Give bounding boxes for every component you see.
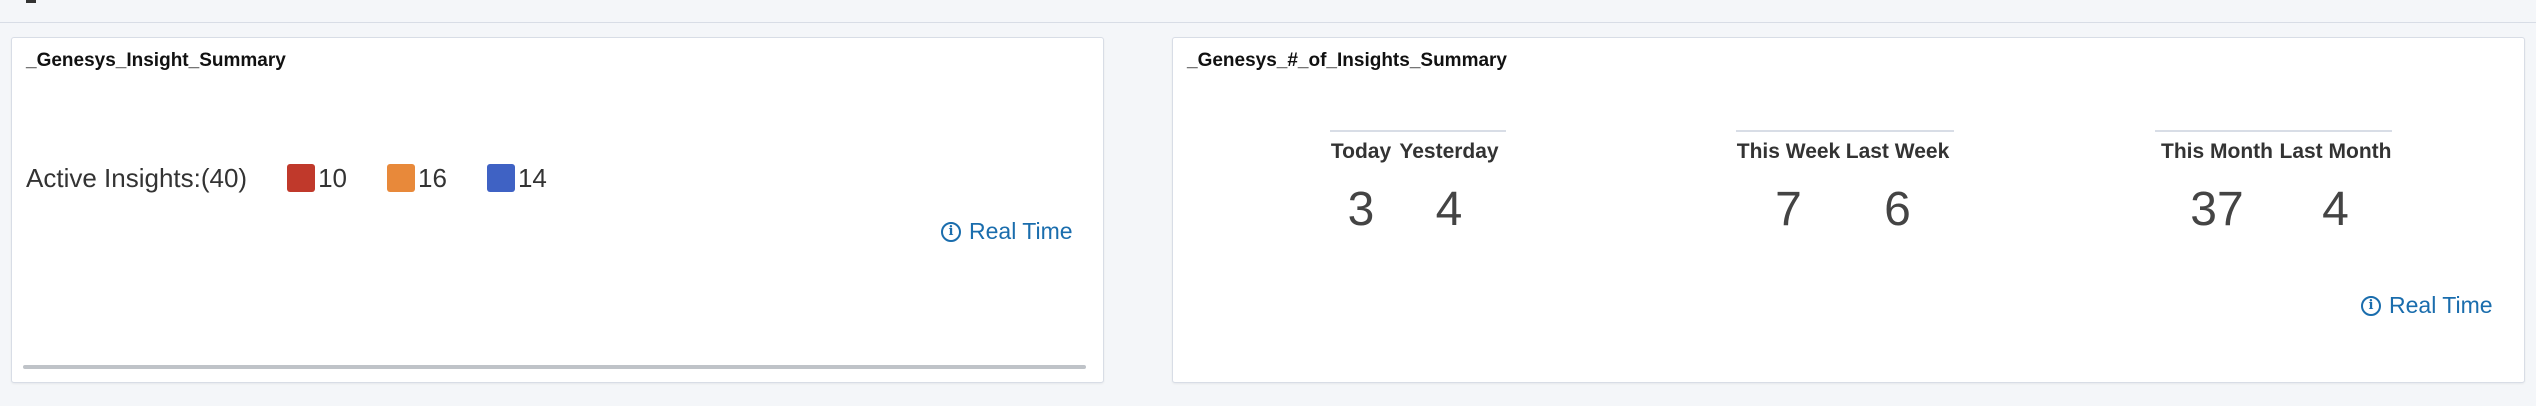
last-week-column: Last Week 6	[1841, 132, 1954, 237]
card-title: _Genesys_Insight_Summary	[26, 50, 286, 71]
real-time-label: Real Time	[2389, 292, 2493, 318]
legend-item-orange[interactable]: 16	[387, 163, 447, 194]
column-value: 4	[2322, 183, 2349, 236]
real-time-label: Real Time	[969, 218, 1073, 244]
column-value: 4	[1435, 183, 1463, 236]
column-value: 37	[2190, 183, 2244, 236]
today-column: Today 3	[1330, 132, 1392, 237]
column-value: 3	[1347, 183, 1375, 236]
legend-count: 14	[517, 162, 547, 193]
week-comparison-group: This Week 7 Last Week 6	[1736, 130, 1954, 237]
column-header: Yesterday	[1399, 140, 1499, 163]
column-header: This Week	[1736, 140, 1841, 163]
top-bar	[0, 0, 2536, 23]
column-header: Last Month	[2279, 140, 2392, 163]
insights-count-summary-card: _Genesys_#_of_Insights_Summary Today 3 Y…	[1172, 37, 2525, 383]
info-icon: i	[941, 221, 961, 242]
legend-item-blue[interactable]: 14	[486, 162, 547, 194]
column-value: 6	[1884, 183, 1911, 236]
real-time-link[interactable]: i Real Time	[2361, 292, 2493, 319]
info-icon: i	[2361, 295, 2381, 316]
column-header: This Month	[2161, 140, 2273, 163]
active-insights-label: Active Insights:(40)	[26, 162, 248, 193]
card-title: _Genesys_#_of_Insights_Summary	[1187, 50, 1507, 71]
column-header: Today	[1330, 140, 1392, 163]
orange-swatch-icon	[387, 164, 416, 192]
insight-summary-card: _Genesys_Insight_Summary Active Insights…	[11, 37, 1104, 383]
legend-item-red[interactable]: 10	[287, 163, 347, 194]
blue-swatch-icon	[486, 164, 515, 192]
month-comparison-group: This Month 37 Last Month 4	[2155, 130, 2392, 237]
day-comparison-group: Today 3 Yesterday 4	[1330, 130, 1506, 237]
column-header: Last Week	[1845, 140, 1950, 163]
active-insights-row: Active Insights:(40) 10 16 14	[26, 162, 587, 194]
legend-count: 16	[418, 162, 447, 193]
real-time-link[interactable]: i Real Time	[941, 218, 1073, 245]
top-bar-mark	[26, 0, 36, 3]
legend-count: 10	[318, 162, 348, 193]
last-month-column: Last Month 4	[2279, 132, 2392, 237]
column-value: 7	[1775, 183, 1802, 236]
this-week-column: This Week 7	[1736, 132, 1841, 237]
this-month-column: This Month 37	[2155, 132, 2279, 237]
horizontal-scrollbar[interactable]	[23, 365, 1086, 369]
yesterday-column: Yesterday 4	[1392, 132, 1506, 237]
red-swatch-icon	[287, 164, 316, 192]
